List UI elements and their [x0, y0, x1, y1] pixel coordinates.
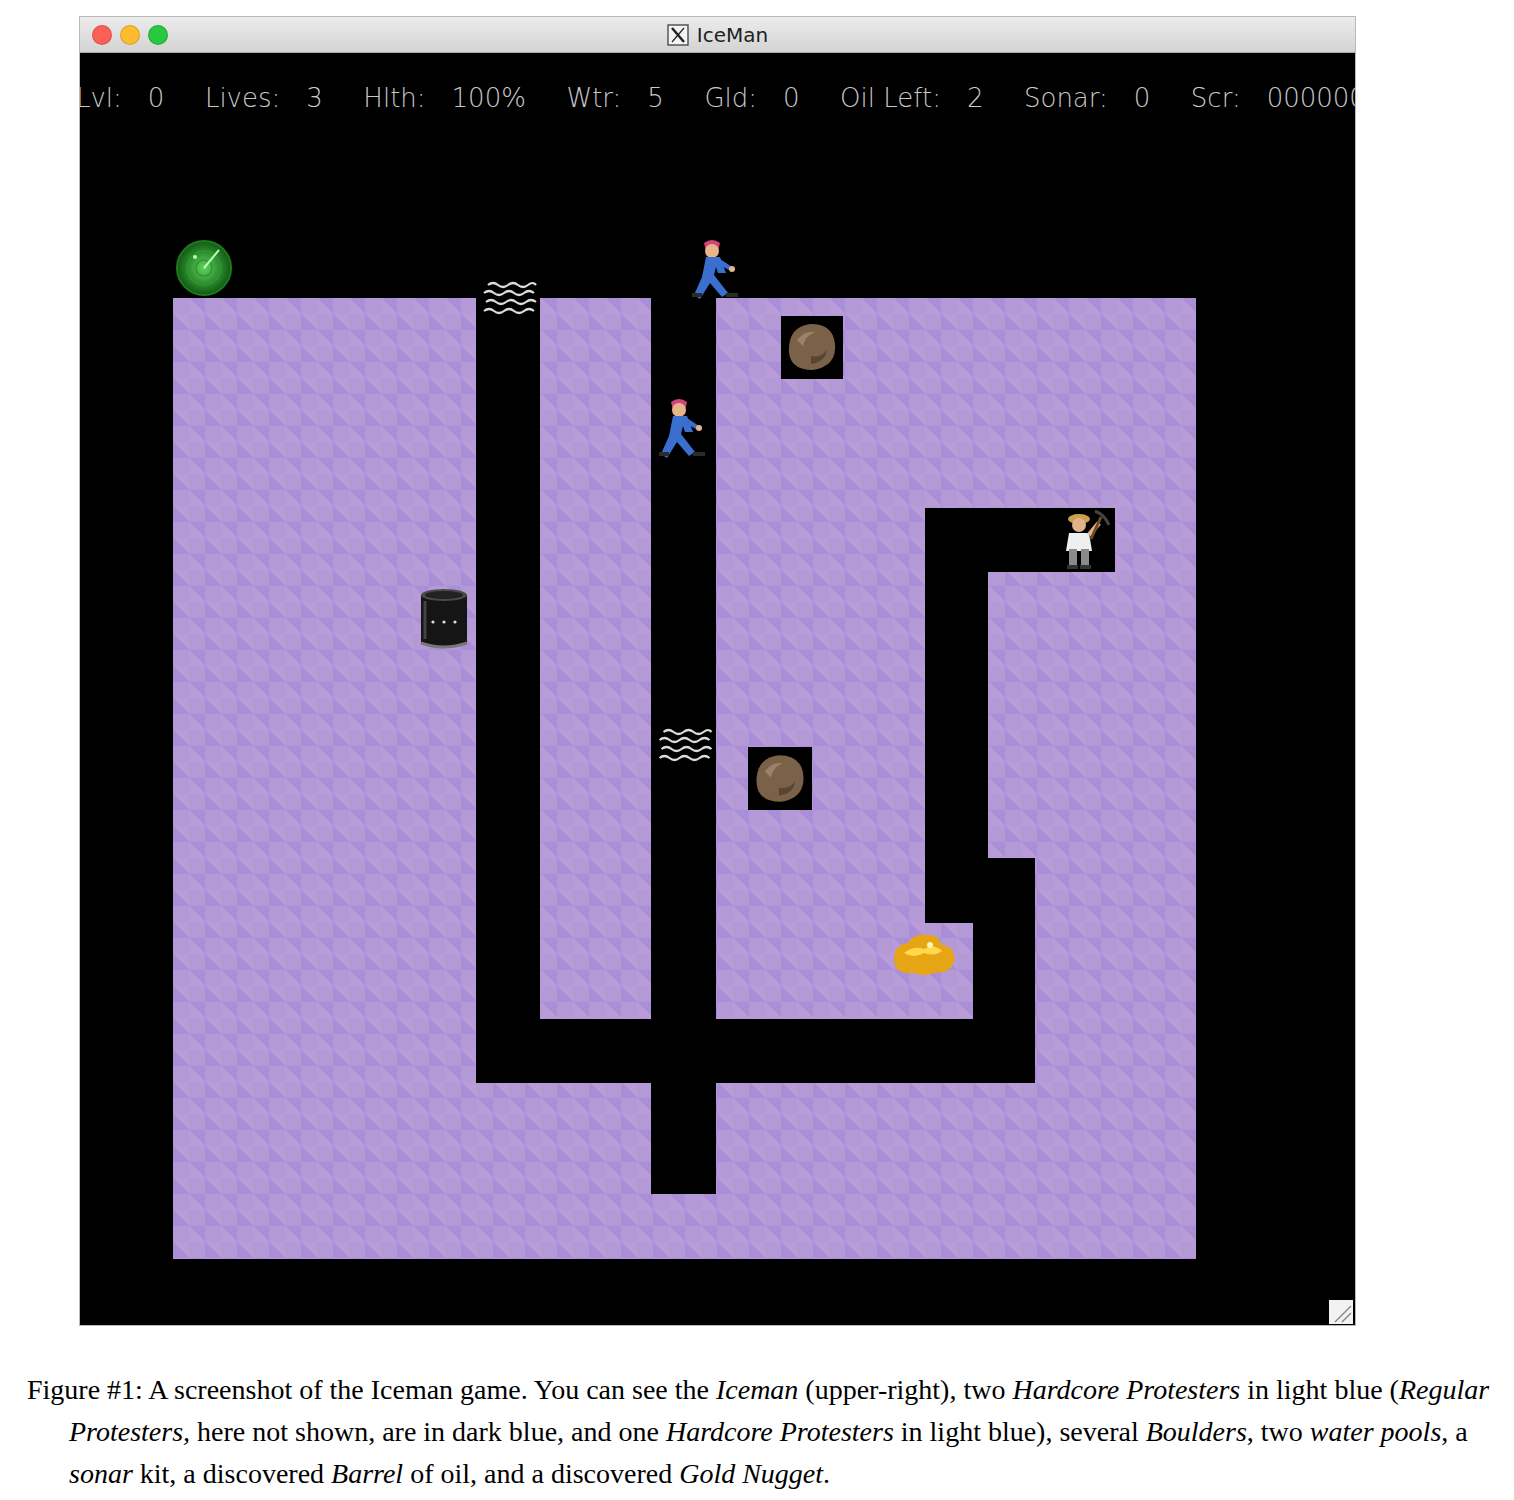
dug-tunnel	[973, 923, 1035, 1019]
caption-text: Hardcore Protesters	[666, 1416, 894, 1447]
caption-text: Hardcore Protesters	[1012, 1374, 1240, 1405]
caption-text: Figure #1: A screenshot of the Iceman ga…	[27, 1374, 716, 1405]
window-title-group: IceMan	[667, 23, 768, 47]
caption-text: Boulders	[1146, 1416, 1247, 1447]
caption-text: kit, a discovered	[133, 1458, 331, 1489]
status-value: 000000	[1267, 79, 1355, 143]
status-item: Oil Left: 2	[840, 79, 983, 143]
caption-text: sonar	[69, 1458, 133, 1489]
status-item: Wtr: 5	[566, 79, 663, 143]
protester-icon	[686, 237, 746, 299]
window-title: IceMan	[697, 25, 768, 45]
caption-text: in light blue), several	[894, 1416, 1146, 1447]
boulder-icon	[748, 747, 812, 810]
status-label: Sonar:	[1024, 79, 1108, 143]
caption-text: , two	[1247, 1416, 1310, 1447]
status-item: Lives: 3	[205, 79, 323, 143]
caption-text: of oil, and a discovered	[403, 1458, 679, 1489]
close-button[interactable]	[92, 25, 112, 45]
status-value: 5	[647, 79, 664, 143]
status-label: Lives:	[205, 79, 280, 143]
figure-caption: Figure #1: A screenshot of the Iceman ga…	[0, 1325, 1514, 1495]
gold-nugget-icon	[890, 931, 957, 976]
status-value: 0	[783, 79, 800, 143]
status-value: 2	[967, 79, 984, 143]
caption-text: Gold Nugget	[679, 1458, 823, 1489]
status-label: Scr:	[1191, 79, 1241, 143]
status-item: Hlth: 100%	[363, 79, 526, 143]
status-value: 0	[1134, 79, 1151, 143]
caption-text: .	[823, 1458, 830, 1489]
status-item: Sonar: 0	[1024, 79, 1150, 143]
oil-barrel-icon	[417, 587, 471, 651]
status-item: Scr: 000000	[1191, 79, 1355, 143]
x11-icon	[667, 23, 689, 47]
status-label: Oil Left:	[840, 79, 941, 143]
iceman-icon	[1055, 509, 1113, 571]
dug-tunnel	[476, 298, 540, 1083]
water-pool-icon	[657, 726, 714, 766]
title-bar: IceMan	[80, 17, 1355, 53]
status-item: Gld: 0	[704, 79, 799, 143]
status-value: 0	[148, 79, 165, 143]
caption-text: in light blue (	[1240, 1374, 1399, 1405]
caption-text: Barrel	[331, 1458, 403, 1489]
status-label: Hlth:	[363, 79, 425, 143]
status-label: Wtr:	[566, 79, 621, 143]
caption-text: , a	[1441, 1416, 1467, 1447]
sonar-kit-icon	[175, 239, 233, 297]
minimize-button[interactable]	[120, 25, 140, 45]
dug-tunnel	[476, 1019, 1035, 1083]
caption-text: (upper-right), two	[798, 1374, 1012, 1405]
status-value: 3	[306, 79, 323, 143]
status-bar: Lvl: 0 Lives: 3 Hlth: 100% Wtr: 5 Gld: 0 Oil Left:…	[80, 53, 1355, 143]
resize-grip-icon[interactable]	[1329, 1299, 1353, 1323]
window-controls	[92, 25, 168, 45]
status-item: Lvl: 0	[80, 79, 164, 143]
water-pool-icon	[482, 279, 538, 319]
zoom-button[interactable]	[148, 25, 168, 45]
dug-tunnel	[925, 508, 988, 923]
status-value: 100%	[452, 79, 526, 143]
protester-icon	[653, 396, 713, 458]
boulder-icon	[781, 316, 843, 378]
status-label: Gld:	[704, 79, 757, 143]
caption-text: Iceman	[716, 1374, 798, 1405]
status-label: Lvl:	[80, 79, 122, 143]
caption-text: here not shown, are in dark blue, and on…	[190, 1416, 666, 1447]
game-field: Lvl: 0 Lives: 3 Hlth: 100% Wtr: 5 Gld: 0 Oil Left:…	[80, 53, 1355, 1325]
caption-text: water pools	[1310, 1416, 1441, 1447]
game-window: IceMan Lvl: 0 Lives: 3 Hlth: 100% Wtr: 5 Gld: 0 Oil…	[80, 17, 1355, 1325]
